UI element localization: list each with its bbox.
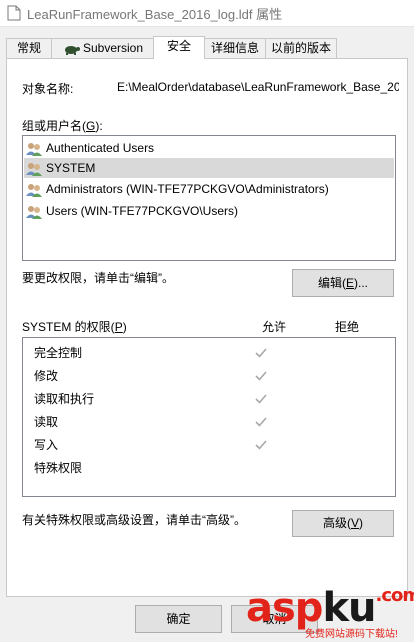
advanced-label: 高级(: [322, 516, 351, 530]
permissions-header: SYSTEM 的权限(P): [22, 318, 127, 335]
tab-label: 以前的版本: [270, 41, 331, 55]
object-name-label: 对象名称:: [22, 82, 74, 96]
allow-check-icon: [255, 371, 267, 381]
allow-check-icon: [255, 440, 267, 450]
tab-label: 安全: [166, 39, 191, 53]
advanced-button[interactable]: 高级(V): [292, 510, 394, 537]
permission-row: 修改: [34, 369, 59, 383]
user-name: Authenticated Users: [46, 141, 155, 155]
permission-row: 读取: [34, 415, 59, 429]
user-name: Administrators (WIN-TFE77PCKGVO\Administ…: [46, 182, 329, 196]
permission-row: 读取和执行: [34, 392, 95, 406]
advanced-label-end: ): [359, 516, 363, 530]
permissions-list: 完全控制修改读取和执行读取写入特殊权限: [22, 337, 396, 497]
file-icon: [7, 5, 21, 21]
perm-header-end: ): [122, 320, 127, 334]
deny-column-header: 拒绝: [335, 320, 360, 334]
watermark-subtitle: 免费网站源码下载站!: [305, 629, 398, 640]
users-icon: [26, 162, 42, 176]
allow-check-icon: [255, 394, 267, 404]
security-panel: 对象名称: E:\MealOrder\database\LeaRunFramew…: [6, 58, 408, 597]
tab-label: Subversion: [82, 41, 144, 55]
tab-general[interactable]: 常规: [6, 38, 52, 58]
permission-row: 写入: [34, 438, 59, 452]
title-bar: LeaRunFramework_Base_2016_log.ldf 属性: [0, 0, 414, 27]
allow-check-icon: [255, 417, 267, 427]
groups-label: 组或用户名(G):: [22, 117, 103, 134]
edit-label-end: )...: [354, 276, 368, 290]
list-item-system[interactable]: SYSTEM: [24, 158, 394, 178]
users-list[interactable]: Authenticated Users SYSTEM Administrator…: [22, 135, 396, 261]
window-title: LeaRunFramework_Base_2016_log.ldf 属性: [27, 7, 283, 22]
users-icon: [26, 183, 42, 197]
cancel-label: 取消: [262, 612, 287, 626]
list-item-authenticated-users[interactable]: Authenticated Users: [26, 138, 154, 158]
users-icon: [26, 142, 42, 156]
edit-button[interactable]: 编辑(E)...: [292, 269, 394, 297]
permission-row: 完全控制: [34, 346, 83, 360]
perm-header-text: SYSTEM 的权限(: [22, 320, 115, 334]
ok-label: 确定: [166, 612, 191, 626]
advanced-hotkey: V: [350, 516, 359, 530]
list-item-users[interactable]: Users (WIN-TFE77PCKGVO\Users): [26, 201, 238, 221]
tab-details[interactable]: 详细信息: [204, 38, 266, 58]
user-name: Users (WIN-TFE77PCKGVO\Users): [46, 204, 239, 218]
allow-check-icon: [255, 348, 267, 358]
perm-hotkey: P: [114, 320, 123, 334]
groups-label-text: 组或用户名(: [22, 119, 86, 133]
tab-security[interactable]: 安全: [153, 36, 205, 59]
permission-row: 特殊权限: [34, 461, 83, 475]
subversion-turtle-icon: [64, 45, 80, 55]
groups-hotkey: G: [86, 119, 96, 133]
users-icon: [26, 205, 42, 219]
change-permissions-hint: 要更改权限，请单击“编辑”。: [22, 271, 174, 285]
tab-label: 详细信息: [210, 41, 259, 55]
tab-strip: 常规 Subversion 安全 详细信息 以前的版本: [6, 36, 410, 59]
advanced-hint: 有关特殊权限或高级设置，请单击“高级”。: [22, 513, 246, 527]
edit-label: 编辑(: [317, 276, 346, 290]
edit-hotkey: E: [345, 276, 354, 290]
tab-previous-versions[interactable]: 以前的版本: [265, 38, 337, 58]
groups-label-end: ):: [95, 119, 103, 133]
tab-subversion[interactable]: Subversion: [51, 38, 154, 58]
ok-button[interactable]: 确定: [135, 605, 222, 633]
object-path[interactable]: E:\MealOrder\database\LeaRunFramework_Ba…: [117, 80, 399, 94]
tab-label: 常规: [16, 41, 41, 55]
allow-column-header: 允许: [262, 320, 287, 334]
list-item-administrators[interactable]: Administrators (WIN-TFE77PCKGVO\Administ…: [26, 179, 329, 199]
user-name: SYSTEM: [46, 161, 96, 175]
